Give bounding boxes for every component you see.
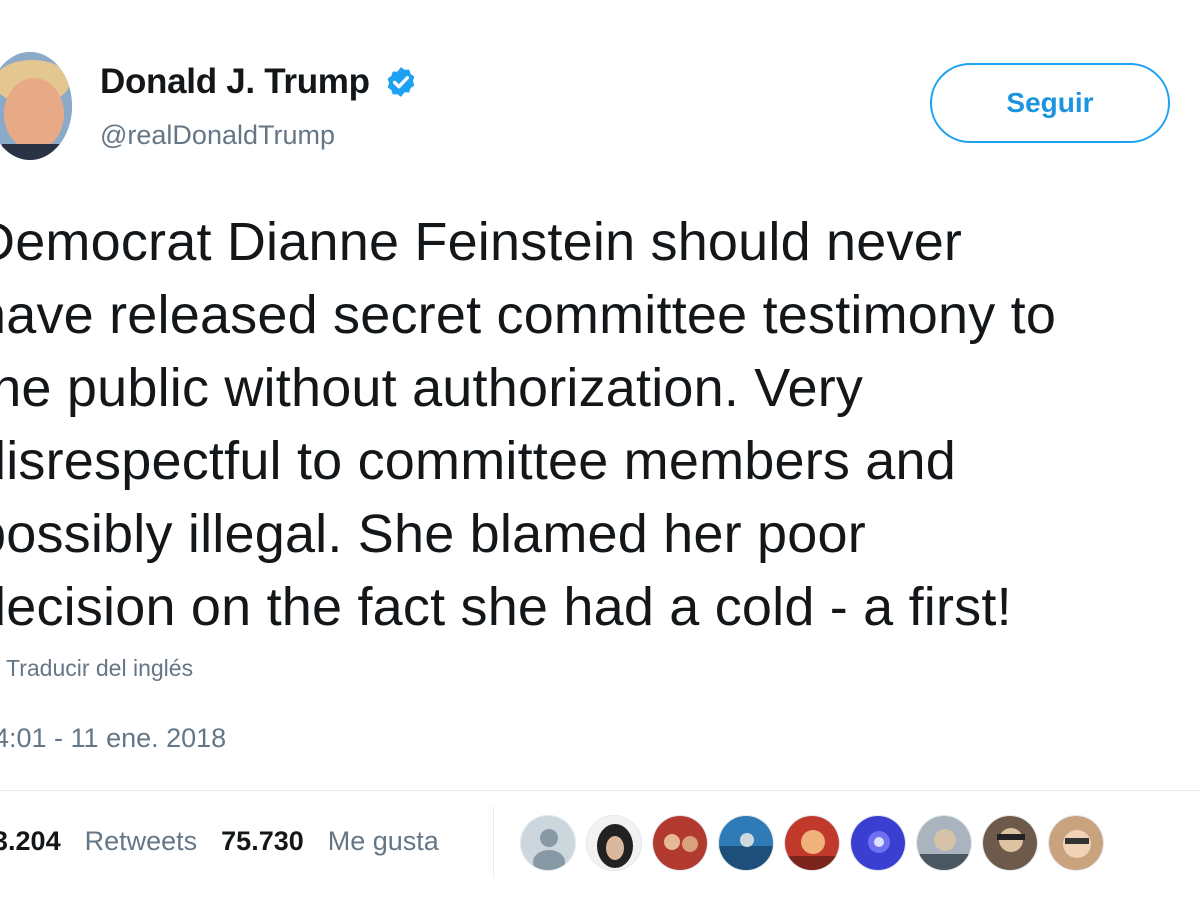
likers-list bbox=[520, 815, 1114, 871]
divider bbox=[0, 790, 1200, 791]
tweet-line: possibly illegal. She blamed her poor bbox=[0, 504, 866, 564]
liker-avatar[interactable] bbox=[520, 815, 576, 871]
liker-avatar[interactable] bbox=[982, 815, 1038, 871]
likes-label[interactable]: Me gusta bbox=[328, 826, 439, 857]
tweet-line: Democrat Dianne Feinstein should never bbox=[0, 212, 963, 272]
tweet-timestamp[interactable]: 4:01 - 11 ene. 2018 bbox=[0, 723, 226, 754]
tweet-line: disrespectful to committee members and bbox=[0, 431, 956, 491]
liker-avatar[interactable] bbox=[1048, 815, 1104, 871]
avatar[interactable] bbox=[0, 52, 72, 160]
liker-avatar[interactable] bbox=[652, 815, 708, 871]
likes-count[interactable]: 75.730 bbox=[221, 826, 304, 857]
liker-avatar[interactable] bbox=[718, 815, 774, 871]
liker-avatar[interactable] bbox=[850, 815, 906, 871]
verified-badge-icon bbox=[384, 65, 418, 99]
tweet-line: have released secret committee testimony… bbox=[0, 285, 1057, 345]
liker-avatar[interactable] bbox=[586, 815, 642, 871]
stats-divider bbox=[493, 806, 494, 878]
liker-avatar[interactable] bbox=[784, 815, 840, 871]
tweet-text: Democrat Dianne Feinstein should never h… bbox=[0, 206, 1200, 644]
translate-link[interactable]: Traducir del inglés bbox=[6, 655, 193, 682]
user-handle[interactable]: @realDonaldTrump bbox=[100, 120, 335, 151]
tweet-line: the public without authorization. Very bbox=[0, 358, 864, 418]
retweets-count[interactable]: 23.204 bbox=[0, 826, 61, 857]
tweet-line: decision on the fact she had a cold - a … bbox=[0, 577, 1012, 637]
liker-avatar[interactable] bbox=[916, 815, 972, 871]
retweets-label[interactable]: Retweets bbox=[85, 826, 198, 857]
tweet-stats: 23.204 Retweets 75.730 Me gusta bbox=[0, 826, 439, 857]
follow-button[interactable]: Seguir bbox=[930, 63, 1170, 143]
display-name[interactable]: Donald J. Trump bbox=[100, 62, 370, 102]
